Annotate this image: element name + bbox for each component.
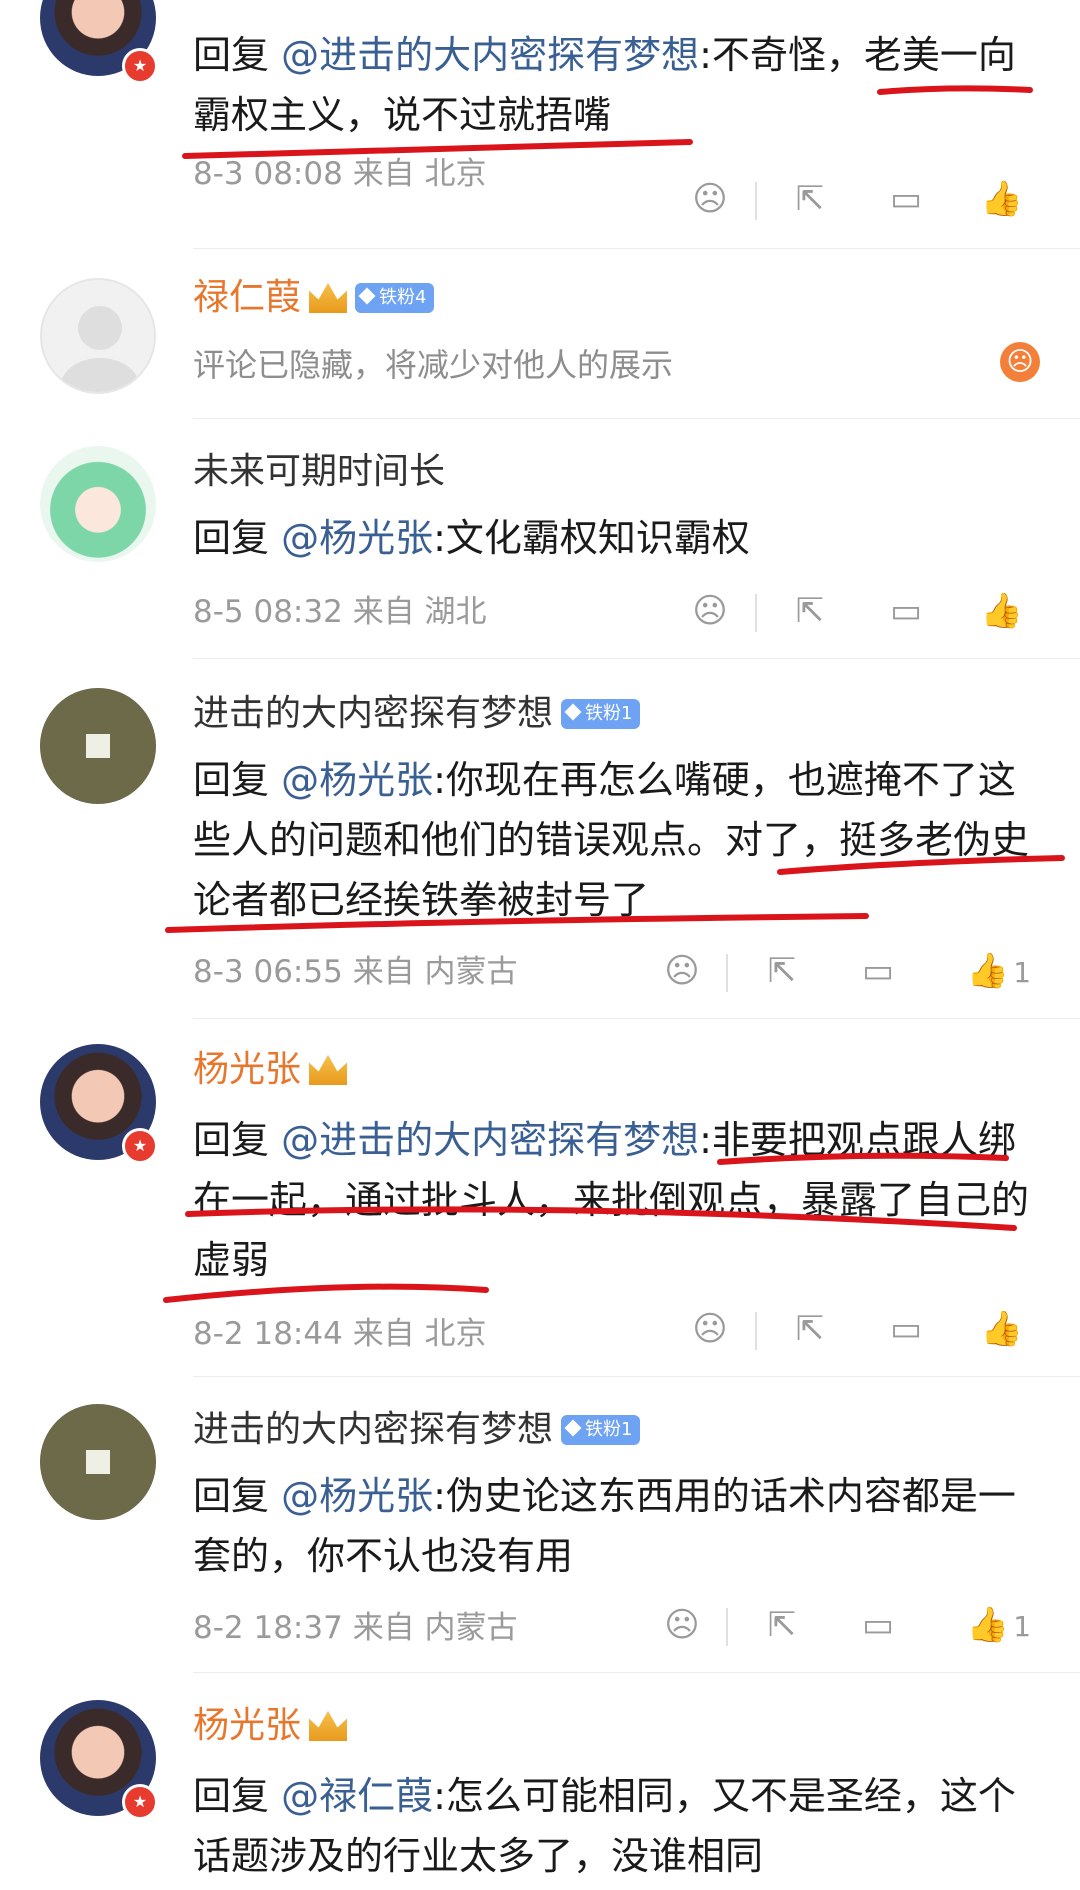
hidden-comment-notice: 评论已隐藏，将减少对他人的展示 [193,346,674,384]
divider [193,1672,1080,1673]
username[interactable]: 禄仁葭 铁粉4 [193,276,435,320]
divider [726,954,728,992]
comment-actions: ☹ ⇱ ▭ 👍 [680,174,1080,224]
comment-icon[interactable]: ▭ [848,1600,908,1650]
avatar[interactable] [40,278,156,394]
comment-text: 回复 @杨光张:文化霸权知识霸权 [193,516,750,560]
comment-actions: ☹ ⇱ ▭ 👍 [680,586,1080,636]
crown-icon [309,283,348,313]
comment-meta: 8-3 06:55 来自 内蒙古 [193,946,518,991]
crown-icon [309,1055,348,1085]
divider [193,248,1080,249]
mention-link[interactable]: @禄仁葭 [281,1774,433,1818]
thumbs-up-icon[interactable]: 👍 [972,174,1032,224]
sad-face-icon[interactable]: ☹ [680,1304,740,1354]
mention-link[interactable]: @杨光张 [281,758,433,802]
comment-icon[interactable]: ▭ [876,1304,936,1354]
comment-time: 8-3 06:55 [193,954,343,990]
comment-source: 来自 内蒙古 [352,1610,518,1646]
comment-text: 回复 @进击的大内密探有梦想:非要把观点跟人绑在一起，通过批斗人，来批倒观点，暴… [193,1118,1030,1282]
username[interactable]: 未来可期时间长 [193,450,445,494]
comment-time: 8-2 18:44 [193,1316,343,1352]
avatar[interactable] [40,688,156,804]
comment-source: 来自 湖北 [352,594,487,630]
divider [755,182,757,220]
comment-meta: 8-2 18:44 来自 北京 [193,1308,487,1353]
thumbs-up-icon[interactable]: 👍 [972,1304,1032,1354]
comment-time: 8-3 08:08 [193,156,343,192]
comment-actions: ☹ ⇱ ▭ 👍 1 [664,1600,1080,1650]
mention-link[interactable]: @杨光张 [281,516,433,560]
comment-time: 8-5 08:32 [193,594,343,630]
fan-badge: 铁粉1 [561,1415,641,1445]
comment-icon[interactable]: ▭ [876,586,936,636]
thumbs-up-icon[interactable]: 👍 [972,586,1032,636]
comment-meta: 8-3 08:08 来自 北京 [193,148,487,193]
comment-text: 回复 @杨光张:你现在再怎么嘴硬，也遮掩不了这些人的问题和他们的错误观点。对了，… [193,758,1030,922]
sad-face-icon[interactable]: ☹ [652,1600,712,1650]
fan-badge: 铁粉4 [355,283,435,313]
share-icon[interactable]: ⇱ [752,1600,812,1650]
share-icon[interactable]: ⇱ [780,1304,840,1354]
divider [755,1312,757,1350]
username[interactable]: 杨光张 [193,1704,348,1748]
like-count: 1 [1013,956,1032,989]
fan-badge: 铁粉1 [561,699,641,729]
verified-badge-icon: ★ [122,1128,158,1164]
diamond-icon [564,703,582,721]
comment-icon[interactable]: ▭ [876,174,936,224]
sad-face-icon[interactable]: ☹ [652,946,712,996]
share-icon[interactable]: ⇱ [780,174,840,224]
mention-link[interactable]: @杨光张 [281,1474,433,1518]
comment-text: 回复 @进击的大内密探有梦想:不奇怪，老美一向霸权主义，说不过就捂嘴 [193,33,1016,137]
comment-source: 来自 北京 [352,1316,487,1352]
comment-meta: 8-5 08:32 来自 湖北 [193,586,487,631]
sad-face-icon: ☹ [1000,342,1040,382]
username[interactable]: 进击的大内密探有梦想 铁粉1 [193,692,641,736]
like-count: 1 [1013,1610,1032,1643]
mention-link[interactable]: @进击的大内密探有梦想 [281,1118,699,1162]
crown-icon [309,1711,348,1741]
comment-source: 来自 北京 [352,156,487,192]
divider [193,418,1080,419]
divider [193,1018,1080,1019]
comment-text: 回复 @杨光张:伪史论这东西用的话术内容都是一套的，你不认也没有用 [193,1474,1016,1578]
thumbs-up-icon[interactable]: 👍 1 [944,1600,1054,1650]
mention-link[interactable]: @进击的大内密探有梦想 [281,33,699,77]
diamond-icon [564,1419,582,1437]
comment-actions: ☹ ⇱ ▭ 👍 1 [664,946,1080,996]
diamond-icon [358,287,376,305]
comment-actions: ☹ ⇱ ▭ 👍 [680,1304,1080,1354]
divider [193,1376,1080,1377]
verified-badge-icon: ★ [122,1784,158,1820]
comment-meta: 8-2 18:37 来自 内蒙古 [193,1602,518,1647]
comment-time: 8-2 18:37 [193,1610,343,1646]
username[interactable]: 进击的大内密探有梦想 铁粉1 [193,1408,641,1452]
sad-face-icon[interactable]: ☹ [680,586,740,636]
thumbs-up-icon[interactable]: 👍 1 [944,946,1054,996]
divider [726,1608,728,1646]
share-icon[interactable]: ⇱ [752,946,812,996]
avatar[interactable] [40,446,156,562]
comment-source: 来自 内蒙古 [352,954,518,990]
divider [193,658,1080,659]
avatar[interactable] [40,1404,156,1520]
divider [755,594,757,632]
sad-face-icon[interactable]: ☹ [680,174,740,224]
comment-text: 回复 @禄仁葭:怎么可能相同，又不是圣经，这个话题涉及的行业太多了，没谁相同 [193,1774,1016,1878]
comment-icon[interactable]: ▭ [848,946,908,996]
verified-badge-icon: ★ [122,48,158,84]
username[interactable]: 杨光张 [193,1048,348,1092]
share-icon[interactable]: ⇱ [780,586,840,636]
